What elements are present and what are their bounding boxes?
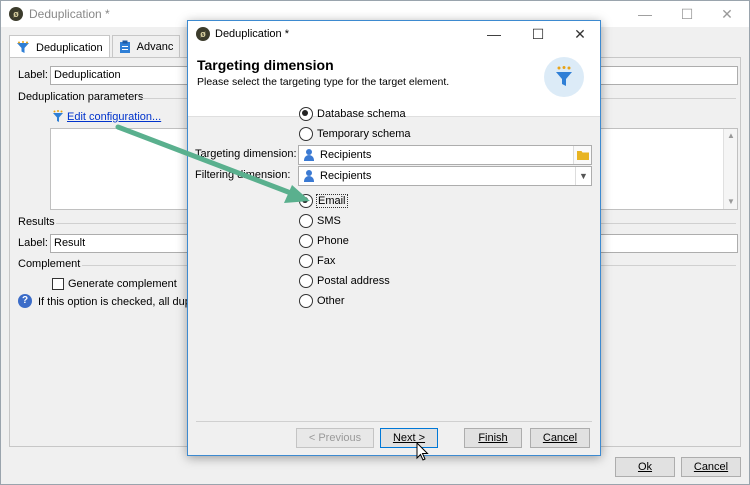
annotation-arrow: [115, 124, 310, 203]
mouse-cursor-icon: [416, 442, 429, 461]
